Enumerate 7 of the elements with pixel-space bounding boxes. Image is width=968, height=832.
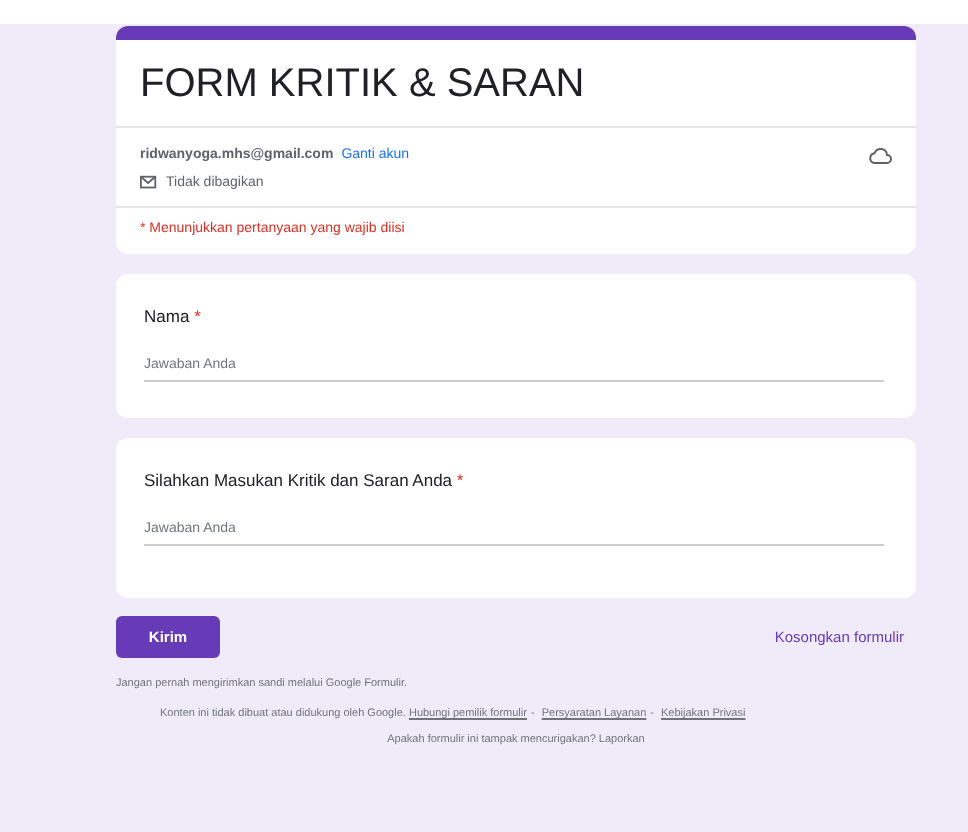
required-mark: *: [456, 470, 464, 490]
question-label: Silahkan Masukan Kritik dan Saran Anda: [144, 470, 453, 490]
question-label: Nama: [144, 306, 190, 326]
required-mark: *: [194, 306, 201, 326]
mail-icon: [140, 173, 158, 191]
cloud-icon[interactable]: [868, 146, 892, 166]
form-title: FORM KRITIK & SARAN: [116, 40, 916, 128]
